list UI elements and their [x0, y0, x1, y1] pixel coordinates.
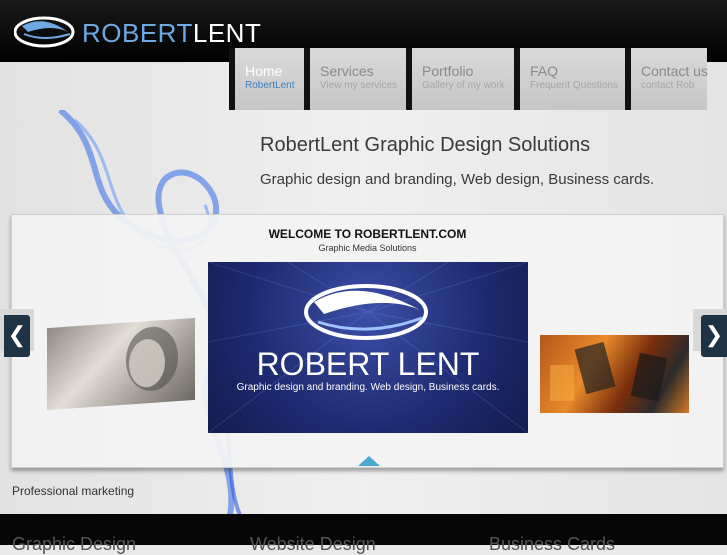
nav-title: Home	[245, 63, 283, 79]
slider-subheading: Graphic Media Solutions	[318, 243, 417, 253]
hero-subtitle: Graphic design and branding, Web design,…	[260, 171, 655, 188]
slide-prev-thumbnail[interactable]	[47, 317, 195, 411]
hero-title: RobertLent Graphic Design Solutions	[260, 134, 591, 156]
nav-subtitle: Frequent Questions	[530, 80, 618, 91]
slide-main[interactable]: ROBERT LENT Graphic design and branding.…	[207, 261, 529, 434]
brand-wordmark: ROBERTLENT	[82, 18, 261, 49]
slide-main-tagline: Graphic design and branding. Web design,…	[236, 382, 500, 393]
nav-subtitle: RobertLent	[245, 80, 295, 91]
next-slide-button[interactable]: ❯	[701, 315, 727, 357]
slide-indicator[interactable]	[358, 456, 380, 466]
slider-heading: WELCOME TO ROBERTLENT.COM	[268, 227, 467, 241]
footer: Graphic Design Website Design Business C…	[0, 514, 727, 554]
slide-main-name: ROBERT LENT	[256, 346, 480, 382]
nav-item-faq[interactable]: FAQ Frequent Questions	[514, 48, 625, 110]
main-nav: Home RobertLent Services View my service…	[229, 48, 708, 110]
nav-subtitle: Gallery of my work	[422, 80, 505, 91]
nav-title: Portfolio	[422, 63, 474, 79]
image-slider: WELCOME TO ROBERTLENT.COM Graphic Media …	[11, 214, 724, 468]
nav-item-portfolio[interactable]: Portfolio Gallery of my work	[406, 48, 514, 110]
nav-title: Contact us	[641, 63, 708, 79]
portrait-image	[126, 326, 178, 391]
brand-part-1: ROBERT	[82, 18, 193, 48]
section-label: Professional marketing	[12, 484, 135, 498]
business-cards-image	[550, 341, 668, 402]
nav-subtitle: View my services	[320, 80, 398, 91]
prev-slide-button[interactable]: ❮	[4, 315, 30, 357]
nav-item-contact[interactable]: Contact us contact Rob	[625, 48, 708, 110]
nav-item-home[interactable]: Home RobertLent	[229, 48, 304, 110]
slide-next-thumbnail[interactable]	[540, 335, 689, 413]
nav-title: FAQ	[530, 63, 559, 79]
nav-title: Services	[320, 63, 374, 79]
nav-item-services[interactable]: Services View my services	[304, 48, 406, 110]
brand-part-2: LENT	[192, 18, 262, 48]
nav-subtitle: contact Rob	[641, 80, 695, 91]
